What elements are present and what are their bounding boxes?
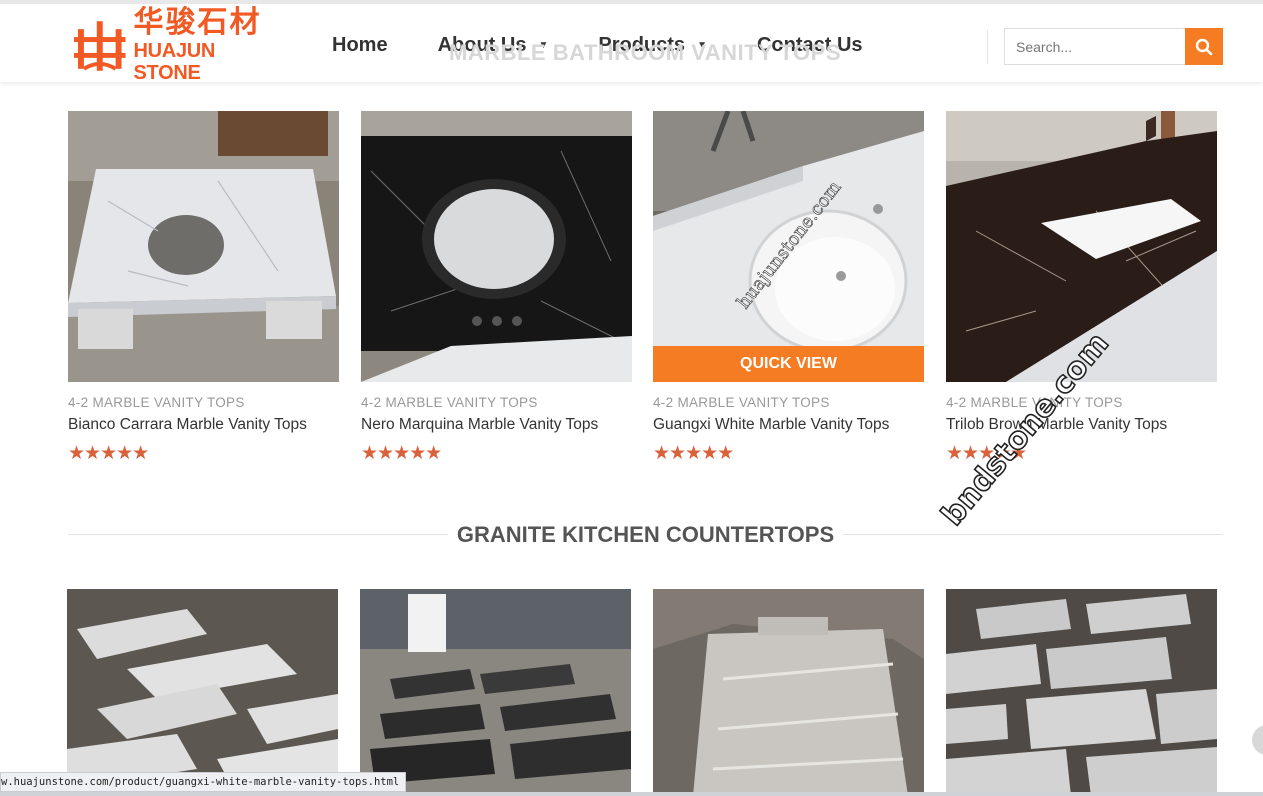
- section-heading: GRANITE KITCHEN COUNTERTOPS: [68, 520, 1223, 548]
- logo-chinese-text: 华骏石材: [133, 5, 262, 40]
- nav-products[interactable]: Products ▼: [598, 34, 707, 57]
- product-category[interactable]: 4-2 MARBLE VANITY TOPS: [653, 395, 924, 410]
- caret-down-icon: ▼: [538, 40, 549, 51]
- logo-mark-icon: [73, 21, 126, 71]
- product-image[interactable]: [361, 111, 632, 382]
- nav-about-us[interactable]: About Us ▼: [438, 34, 549, 57]
- product-image[interactable]: [68, 111, 339, 382]
- nav-products-label: Products: [598, 34, 686, 56]
- header-divider: [987, 30, 988, 64]
- nav-about-label: About Us: [437, 34, 527, 56]
- product-image[interactable]: [360, 589, 631, 796]
- caret-down-icon: ▼: [697, 40, 707, 51]
- search-icon: [1195, 38, 1213, 55]
- product-image[interactable]: [946, 589, 1217, 796]
- product-card[interactable]: 4-2 MARBLE VANITY TOPS Nero Marquina Mar…: [361, 111, 632, 464]
- product-image[interactable]: [653, 589, 924, 796]
- section-title: GRANITE KITCHEN COUNTERTOPS: [456, 522, 835, 547]
- product-card[interactable]: QUICK VIEW 4-2 MARBLE VANITY TOPS Guangx…: [653, 111, 924, 464]
- logo-text: 华骏石材 HUAJUN STONE: [133, 5, 286, 85]
- main-nav: Home About Us ▼ Products ▼ Contact Us: [332, 34, 913, 57]
- product-name[interactable]: Trilob Brown Marble Vanity Tops: [946, 416, 1217, 434]
- browser-bottom-strip: [0, 792, 1263, 796]
- quick-view-button[interactable]: QUICK VIEW: [653, 346, 924, 382]
- site-logo[interactable]: 华骏石材 HUAJUN STONE: [72, 6, 286, 84]
- product-name[interactable]: Nero Marquina Marble Vanity Tops: [361, 416, 632, 434]
- nav-contact-label: Contact Us: [756, 34, 863, 56]
- star-rating: ★★★★★: [653, 442, 734, 464]
- product-category[interactable]: 4-2 MARBLE VANITY TOPS: [946, 395, 1217, 410]
- logo-english-text: HUAJUN STONE: [133, 40, 216, 84]
- nav-home-label: Home: [332, 34, 388, 56]
- nav-home[interactable]: Home: [332, 34, 388, 57]
- search-input[interactable]: [1004, 28, 1186, 65]
- product-image[interactable]: [67, 589, 338, 796]
- star-rating: ★★★★★: [68, 442, 149, 464]
- product-name[interactable]: Guangxi White Marble Vanity Tops: [653, 416, 924, 434]
- star-rating: ★★★★★: [361, 442, 442, 464]
- browser-status-url: w.huajunstone.com/product/guangxi-white-…: [0, 772, 407, 792]
- site-header: 华骏石材 HUAJUN STONE Home About Us ▼ Product…: [0, 0, 1263, 84]
- nav-contact-us[interactable]: Contact Us: [757, 34, 863, 57]
- product-category[interactable]: 4-2 MARBLE VANITY TOPS: [361, 395, 632, 410]
- product-card[interactable]: 4-2 MARBLE VANITY TOPS Trilob Brown Marb…: [946, 111, 1217, 464]
- product-card[interactable]: 4-2 MARBLE VANITY TOPS Bianco Carrara Ma…: [68, 111, 339, 464]
- product-category[interactable]: 4-2 MARBLE VANITY TOPS: [68, 395, 339, 410]
- scroll-to-top-button[interactable]: [1252, 725, 1263, 755]
- search-button[interactable]: [1185, 28, 1223, 65]
- product-name[interactable]: Bianco Carrara Marble Vanity Tops: [68, 416, 339, 434]
